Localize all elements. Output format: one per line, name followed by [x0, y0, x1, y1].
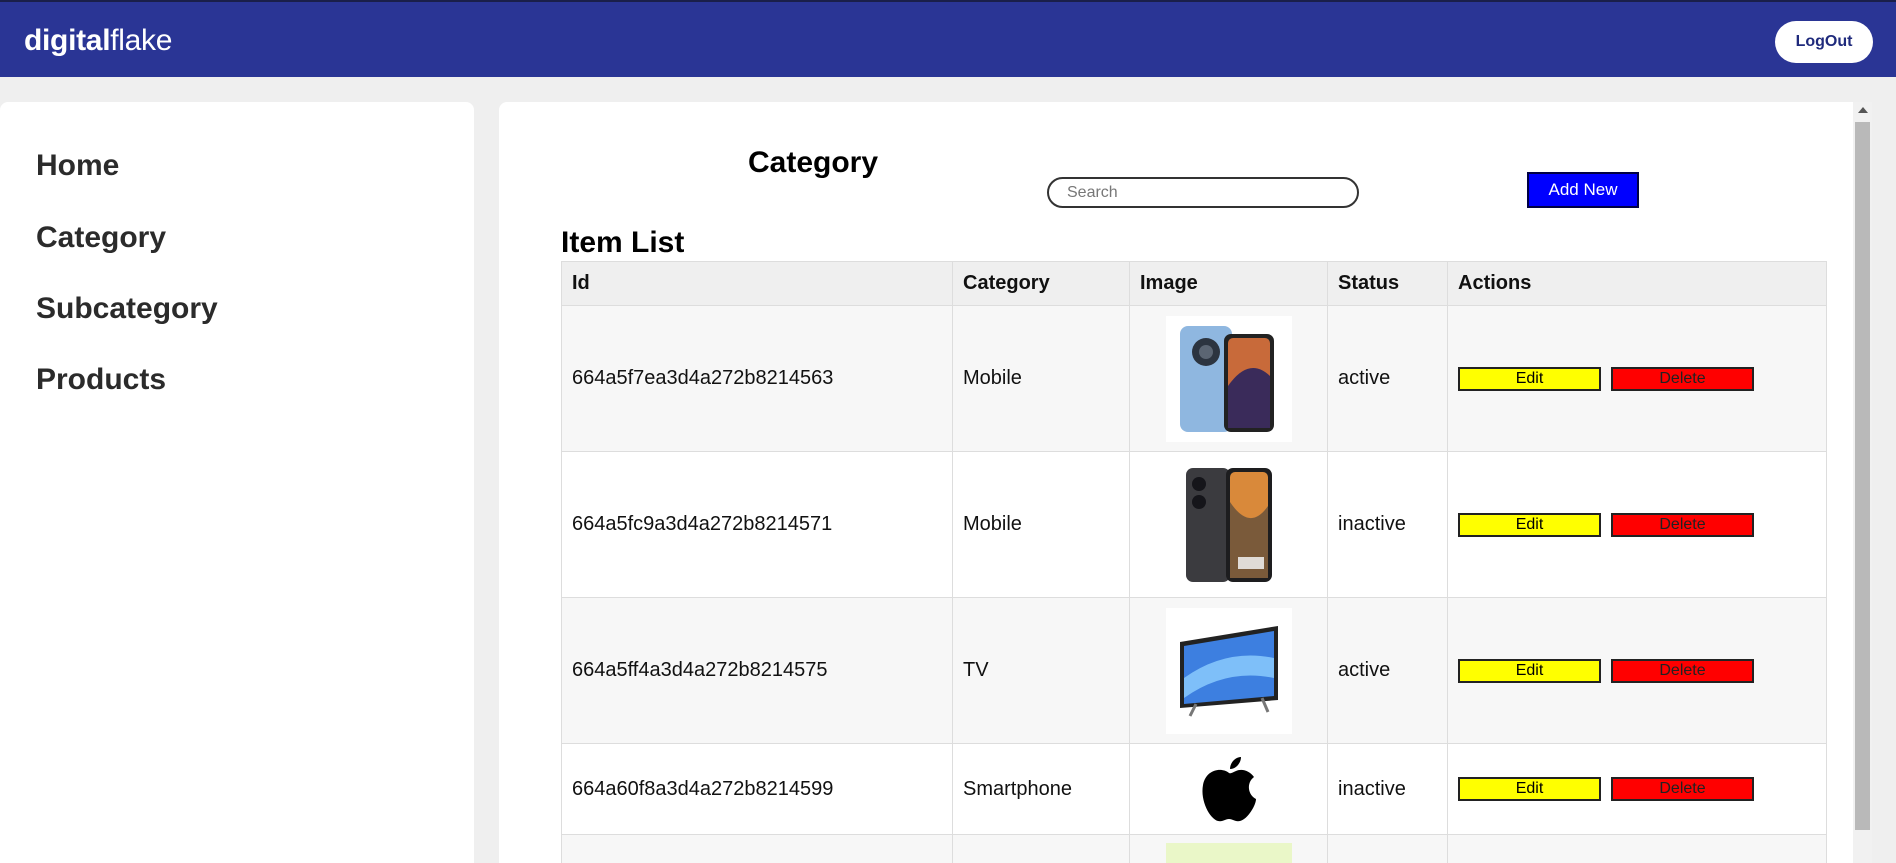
scrollbar-thumb[interactable] — [1855, 122, 1870, 830]
add-new-button[interactable]: Add New — [1527, 172, 1639, 208]
edit-button[interactable]: Edit — [1458, 512, 1601, 537]
table-row: 664a5ff4a3d4a272b8214575 TV active Edit — [561, 597, 1827, 744]
cell-id — [561, 834, 953, 863]
table-row: 664a60f8a3d4a272b8214599 Smartphone inac… — [561, 743, 1827, 835]
cell-actions — [1447, 834, 1827, 863]
table-header-row: Id Category Image Status Actions — [561, 261, 1827, 306]
delete-button[interactable]: Delete — [1611, 658, 1754, 683]
phone-blue-image — [1165, 315, 1292, 442]
cell-image — [1129, 834, 1328, 863]
table-row — [561, 834, 1827, 863]
cell-id: 664a5ff4a3d4a272b8214575 — [561, 597, 953, 744]
item-table: Id Category Image Status Actions 664a5f7… — [561, 261, 1827, 863]
brand-logo: digitalflake — [24, 24, 173, 57]
delete-button[interactable]: Delete — [1611, 777, 1754, 801]
column-header-id: Id — [561, 261, 953, 306]
top-navbar: digitalflake LogOut — [0, 0, 1896, 77]
cell-id: 664a5f7ea3d4a272b8214563 — [561, 305, 953, 452]
edit-button[interactable]: Edit — [1458, 366, 1601, 391]
cell-status — [1327, 834, 1448, 863]
cell-status: inactive — [1327, 451, 1448, 598]
search-input[interactable] — [1047, 177, 1359, 208]
sidebar: Home Category Subcategory Products — [0, 102, 474, 863]
cell-id: 664a5fc9a3d4a272b8214571 — [561, 451, 953, 598]
cell-category: Mobile — [952, 451, 1130, 598]
cell-id: 664a60f8a3d4a272b8214599 — [561, 743, 953, 835]
cell-image — [1129, 743, 1328, 835]
edit-button[interactable]: Edit — [1458, 777, 1601, 801]
column-header-image: Image — [1129, 261, 1328, 306]
sidebar-item-category[interactable]: Category — [36, 221, 166, 255]
edit-button[interactable]: Edit — [1458, 658, 1601, 683]
cell-actions: Edit Delete — [1447, 451, 1827, 598]
cell-status: active — [1327, 305, 1448, 452]
cell-category: Smartphone — [952, 743, 1130, 835]
phone-black-image — [1165, 461, 1292, 588]
sidebar-item-products[interactable]: Products — [36, 363, 166, 397]
page-title: Category — [748, 146, 879, 179]
scroll-up-arrow-icon[interactable] — [1858, 107, 1868, 113]
delete-button[interactable]: Delete — [1611, 512, 1754, 537]
cell-category — [952, 834, 1130, 863]
sidebar-item-subcategory[interactable]: Subcategory — [36, 292, 218, 326]
cell-status: inactive — [1327, 743, 1448, 835]
cell-image — [1129, 305, 1328, 452]
cell-image — [1129, 597, 1328, 744]
cell-status: active — [1327, 597, 1448, 744]
cell-category: TV — [952, 597, 1130, 744]
cell-actions: Edit Delete — [1447, 597, 1827, 744]
cell-category: Mobile — [952, 305, 1130, 452]
delete-button[interactable]: Delete — [1611, 366, 1754, 391]
product-image — [1165, 843, 1292, 863]
logout-button[interactable]: LogOut — [1775, 21, 1873, 63]
main-panel: Category Add New Item List Id Category I… — [499, 102, 1872, 863]
table-row: 664a5fc9a3d4a272b8214571 Mobile inactive… — [561, 451, 1827, 598]
column-header-actions: Actions — [1447, 261, 1827, 306]
sidebar-item-home[interactable]: Home — [36, 149, 119, 183]
cell-actions: Edit Delete — [1447, 305, 1827, 452]
scrollbar[interactable] — [1853, 102, 1872, 863]
apple-logo-image — [1165, 753, 1292, 825]
tv-image — [1165, 607, 1292, 734]
cell-image — [1129, 451, 1328, 598]
item-list-title: Item List — [561, 226, 685, 259]
table-row: 664a5f7ea3d4a272b8214563 Mobile active E… — [561, 305, 1827, 452]
cell-actions: Edit Delete — [1447, 743, 1827, 835]
column-header-category: Category — [952, 261, 1130, 306]
column-header-status: Status — [1327, 261, 1448, 306]
